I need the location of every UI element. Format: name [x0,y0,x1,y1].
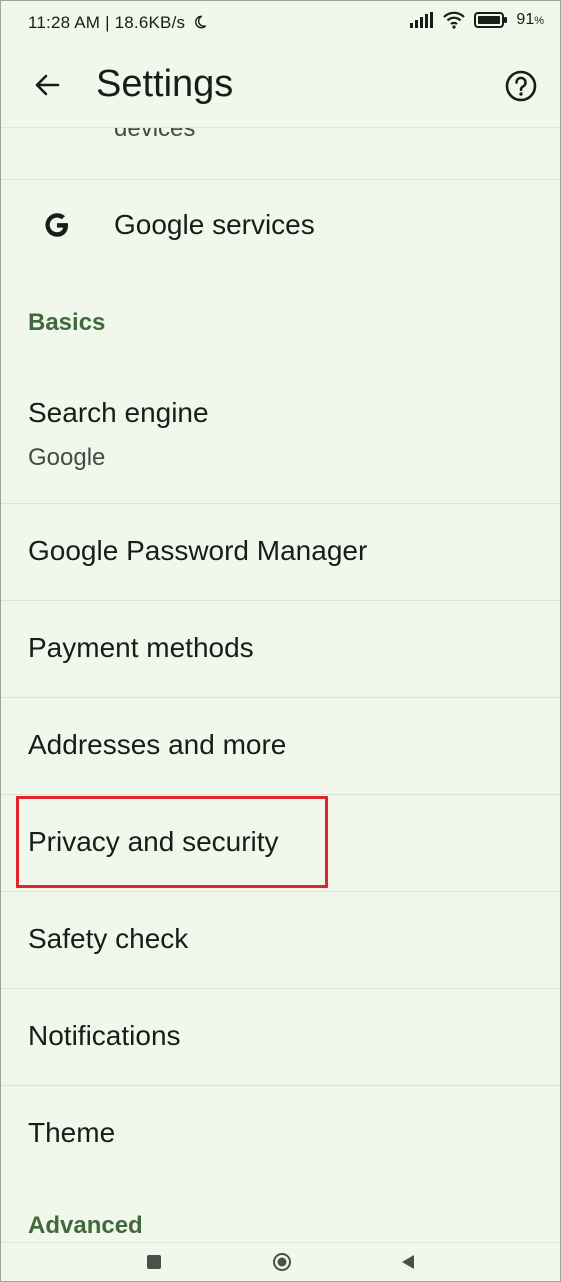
addresses-item[interactable]: Addresses and more [28,729,286,761]
theme-item[interactable]: Theme [28,1117,115,1149]
search-engine-value: Google [28,444,106,471]
recents-icon [147,1255,161,1269]
section-header-advanced: Advanced [28,1212,143,1239]
divider [1,891,560,892]
recents-button[interactable] [141,1249,167,1275]
divider [1,697,560,698]
status-left: 11:28 AM | 18.6KB/s [28,13,207,33]
signal-icon [410,12,434,28]
status-bar: 11:28 AM | 18.6KB/s 91% [1,1,560,45]
divider [1,600,560,601]
payment-methods-item[interactable]: Payment methods [28,632,254,664]
moon-icon [195,15,207,29]
help-button[interactable] [502,67,540,105]
section-header-basics: Basics [28,309,106,336]
divider [1,988,560,989]
notifications-item[interactable]: Notifications [28,1020,181,1052]
page-title: Settings [96,63,234,105]
google-g-icon [45,213,68,237]
wifi-icon [443,11,466,29]
highlight-box [16,796,328,888]
back-arrow-icon [35,74,60,96]
battery-level: 91% [516,11,544,28]
home-button[interactable] [269,1249,295,1275]
system-nav-bar [1,1242,560,1281]
back-nav-icon [402,1255,414,1269]
divider [1,503,560,504]
home-icon [273,1253,291,1271]
app-bar: Settings [1,45,560,128]
screen: 11:28 AM | 18.6KB/s 91% Settings devices… [0,0,561,1282]
safety-check-item[interactable]: Safety check [28,923,188,955]
back-nav-button[interactable] [395,1249,421,1275]
status-time-speed: 11:28 AM | 18.6KB/s [28,13,186,32]
google-password-manager-item[interactable]: Google Password Manager [28,535,367,567]
help-icon [505,70,537,102]
status-right: 91% [410,11,544,29]
battery-value: 91 [516,11,535,28]
search-engine-label: Search engine [28,397,209,428]
divider [1,1085,560,1086]
divider [1,179,560,180]
google-services-label: Google services [114,209,315,240]
divider [1,794,560,795]
back-button[interactable] [27,65,67,105]
battery-icon [474,12,508,28]
